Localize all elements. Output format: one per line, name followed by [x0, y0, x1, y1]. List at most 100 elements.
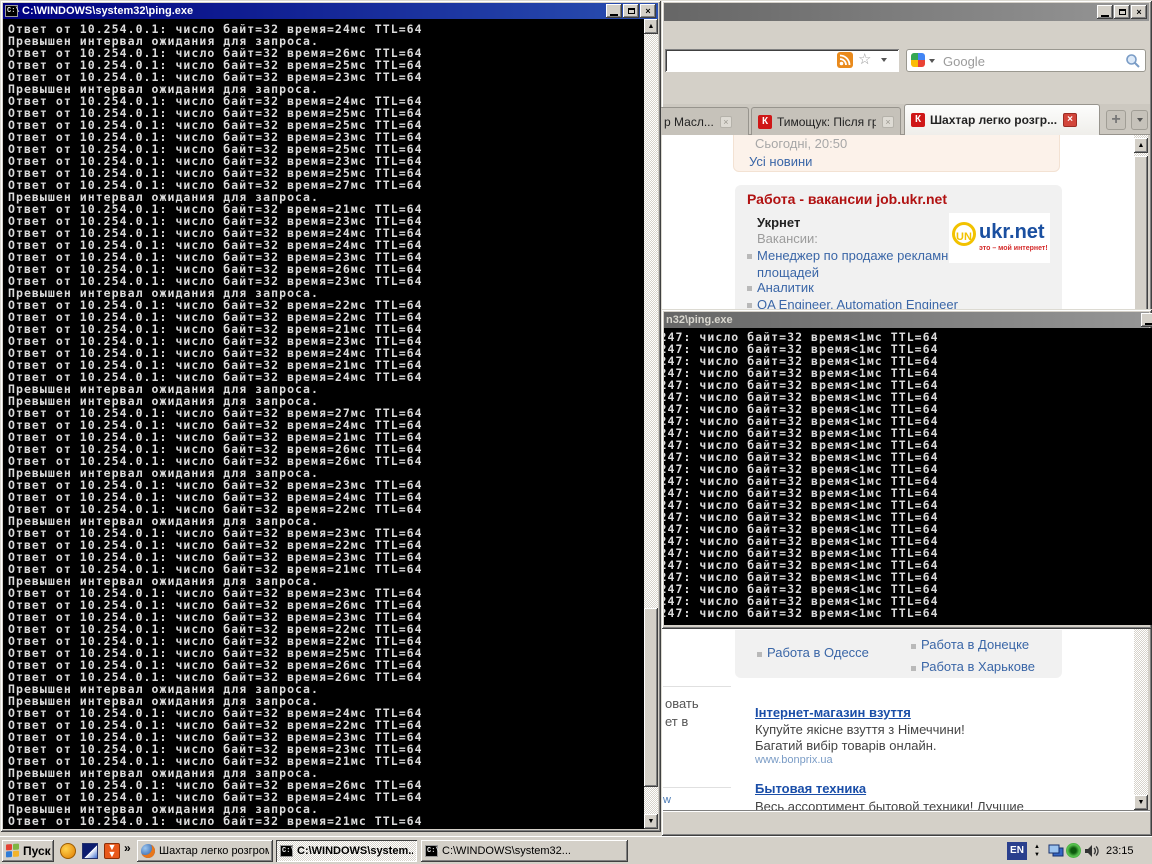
console-window-left: C:\WINDOWS\system32\ping.exe × Ответ от …: [0, 0, 661, 832]
bookmark-star-icon[interactable]: ☆: [858, 50, 871, 68]
job-company: Укрнет: [757, 215, 801, 230]
windows-flag-icon: [6, 843, 19, 859]
ad-body-shoes: Купуйте якісне взуття з Німеччини! Багат…: [755, 722, 965, 753]
browser-titlebar[interactable]: ×: [664, 3, 1149, 21]
scrollbar-thumb[interactable]: [1134, 156, 1148, 312]
search-engine-dropdown-icon[interactable]: [929, 59, 935, 63]
taskbar-button-label: Шахтар легко розгром...: [159, 845, 269, 857]
address-bar[interactable]: ☆: [665, 49, 899, 72]
network-icon[interactable]: [1048, 844, 1064, 860]
browser-restore-button[interactable]: [1114, 5, 1130, 19]
rss-icon[interactable]: [837, 52, 853, 73]
tab-1[interactable]: р Масл... ×: [661, 107, 749, 135]
job-heading: Работа - вакансии job.ukr.net: [747, 191, 948, 207]
console-line: Ответ от 10.254.0.1: число байт=32 время…: [8, 814, 423, 828]
firefox-icon: [141, 844, 155, 858]
left-console-restore-button[interactable]: [623, 4, 639, 18]
job-vacancies-label: Вакансии:: [757, 231, 818, 246]
tab-2-close-icon[interactable]: ×: [882, 115, 894, 128]
all-news-link[interactable]: Усі новини: [749, 154, 812, 169]
left-col-fragment: овать: [665, 696, 699, 711]
taskbar: Пуск ▼▼ » Шахтар легко розгром... C:\WIN…: [0, 836, 1152, 864]
left-console-close-button[interactable]: ×: [640, 4, 656, 18]
city-link-odessa[interactable]: Работа в Одессе: [767, 645, 869, 660]
browser-close-button[interactable]: ×: [1131, 5, 1147, 19]
bullet-icon: [911, 644, 916, 649]
taskbar-button-console-2[interactable]: C:\WINDOWS\system32...: [421, 840, 628, 862]
vacancy-link-2[interactable]: Аналитик: [757, 280, 814, 295]
language-indicator[interactable]: EN: [1007, 842, 1027, 860]
tab-3-active[interactable]: К Шахтар легко розгр... ×: [904, 104, 1100, 135]
browser-statusbar: [663, 810, 1150, 834]
start-label: Пуск: [23, 844, 51, 858]
blue-app-icon[interactable]: [82, 843, 98, 859]
search-input[interactable]: Google: [943, 54, 985, 69]
bullet-icon: [747, 286, 752, 291]
search-go-icon[interactable]: [1125, 53, 1141, 74]
right-console-titlebar[interactable]: n32\ping.exe: [664, 312, 1152, 328]
bullet-icon: [747, 303, 752, 308]
ad-url-shoes[interactable]: www.bonprix.ua: [755, 754, 833, 766]
taskbar-button-firefox[interactable]: Шахтар легко розгром...: [137, 840, 273, 862]
scroll-up-icon[interactable]: ▲: [644, 19, 658, 34]
antivirus-icon[interactable]: [1066, 843, 1081, 858]
left-console-minimize-button[interactable]: [606, 4, 622, 18]
ukrnet-logo-tagline: это – мой интернет!: [979, 245, 1048, 252]
browser-minimize-button[interactable]: [1097, 5, 1113, 19]
tab-list-dropdown-button[interactable]: [1131, 110, 1148, 130]
scrollbar-thumb[interactable]: [644, 608, 658, 787]
search-box[interactable]: Google: [906, 49, 1146, 72]
scroll-up-icon[interactable]: ▲: [1134, 138, 1148, 153]
quick-launch-overflow-chevron[interactable]: »: [124, 841, 131, 855]
left-console-titlebar[interactable]: C:\WINDOWS\system32\ping.exe ×: [3, 3, 658, 19]
right-console-output: Ответ от 10.254.0.247: число байт=32 вре…: [664, 328, 1152, 625]
left-col-fragment: ет в: [665, 714, 689, 729]
right-console-title: n32\ping.exe: [666, 314, 733, 326]
chevron-down-icon: [1136, 118, 1143, 122]
vacancy-link-1[interactable]: Менеджер по продаже рекламных площадей: [757, 247, 977, 281]
divider: [663, 686, 731, 687]
scroll-down-icon[interactable]: ▼: [1134, 795, 1148, 810]
start-button[interactable]: Пуск: [2, 840, 54, 862]
console-window-right: n32\ping.exe Ответ от 10.254.0.247: числ…: [661, 309, 1152, 629]
city-link-donetsk[interactable]: Работа в Донецке: [921, 637, 1029, 652]
bullet-icon: [747, 254, 752, 259]
ukrnet-logo[interactable]: UN ukr.net это – мой интернет!: [949, 213, 1050, 263]
console-icon: [5, 5, 20, 17]
taskbar-button-label: C:\WINDOWS\system32...: [442, 845, 571, 857]
google-engine-icon[interactable]: [911, 53, 925, 67]
right-console-minimize-button[interactable]: [1141, 313, 1152, 327]
ad-body-appliances: Весь ассортимент бытовой техники! Лучшие: [755, 799, 1024, 810]
console-icon: [280, 845, 295, 857]
city-link-kharkov[interactable]: Работа в Харькове: [921, 659, 1035, 674]
download-manager-icon[interactable]: ▼ ▼: [104, 843, 120, 859]
new-tab-button[interactable]: +: [1106, 110, 1126, 130]
console-icon: [425, 845, 440, 857]
left-col-fragment: w: [663, 794, 671, 806]
console-scrollbar[interactable]: ▲ ▼: [644, 19, 658, 829]
orange-app-icon[interactable]: [60, 843, 76, 859]
site-favicon-icon: К: [758, 114, 772, 129]
tab-1-close-icon[interactable]: ×: [719, 115, 732, 128]
address-dropdown-icon[interactable]: [881, 58, 887, 62]
browser-menubar: [664, 23, 1149, 45]
divider: [663, 787, 731, 788]
clock[interactable]: 23:15: [1106, 845, 1148, 857]
tab-3-label: Шахтар легко розгр...: [930, 113, 1058, 127]
ad-title-appliances[interactable]: Бытовая техника: [755, 781, 866, 796]
bullet-icon: [911, 666, 916, 671]
ukrnet-logo-text: ukr.net: [979, 221, 1045, 243]
console-line: Ответ от 10.254.0.247: число байт=32 вре…: [664, 606, 939, 620]
tab-2[interactable]: К Тимощук: Після гри взя... ×: [751, 107, 901, 135]
updown-arrows-icon[interactable]: ▲ ▼: [1031, 843, 1043, 859]
taskbar-button-console-active[interactable]: C:\WINDOWS\system...: [276, 840, 417, 862]
left-console-output: Ответ от 10.254.0.1: число байт=32 время…: [3, 19, 644, 829]
ad-title-shoes[interactable]: Інтернет-магазин взуття: [755, 705, 911, 720]
tab-3-close-icon[interactable]: ×: [1063, 113, 1078, 127]
site-favicon-icon: К: [911, 113, 925, 127]
browser-navbar: ☆ Google: [664, 45, 1149, 76]
scroll-down-icon[interactable]: ▼: [644, 814, 658, 829]
bullet-icon: [757, 652, 762, 657]
volume-icon[interactable]: [1084, 844, 1100, 860]
tab-1-label: р Масл...: [664, 114, 714, 129]
